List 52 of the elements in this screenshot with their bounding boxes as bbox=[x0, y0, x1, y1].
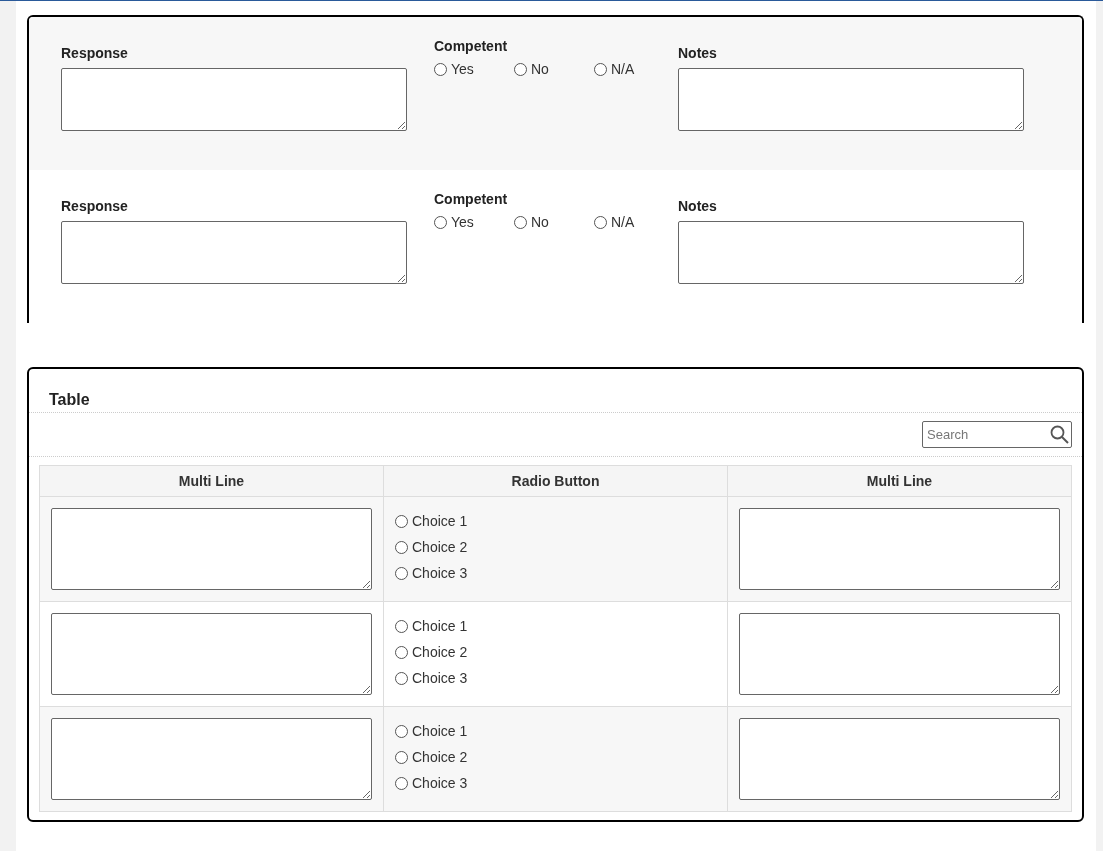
radio-button[interactable] bbox=[434, 215, 447, 229]
radio-label: Choice 2 bbox=[412, 539, 468, 555]
multi-line-field[interactable] bbox=[739, 613, 1060, 695]
field-label: Competent bbox=[434, 191, 509, 207]
radio-label: Choice 1 bbox=[412, 513, 468, 529]
field-label: Competent bbox=[434, 38, 509, 54]
radio-button[interactable] bbox=[395, 671, 408, 685]
radio-button[interactable] bbox=[395, 566, 408, 580]
field-label: Notes bbox=[678, 45, 718, 61]
search-icon[interactable] bbox=[1050, 425, 1069, 444]
radio-label: Choice 3 bbox=[412, 775, 468, 791]
radio-button[interactable] bbox=[395, 750, 408, 764]
multi-line-field[interactable] bbox=[51, 508, 372, 590]
radio-label: Yes bbox=[451, 214, 474, 230]
section-title: Table bbox=[48, 390, 91, 410]
radio-label: No bbox=[531, 61, 549, 77]
multi-line-field[interactable] bbox=[739, 508, 1060, 590]
radio-button[interactable] bbox=[395, 514, 408, 528]
radio-button[interactable] bbox=[594, 215, 607, 229]
field-label: Response bbox=[61, 198, 129, 214]
radio-button[interactable] bbox=[395, 540, 408, 554]
response-field[interactable] bbox=[61, 221, 407, 284]
search-field[interactable]: Search bbox=[922, 421, 1072, 448]
column-header: Radio Button bbox=[383, 465, 728, 497]
radio-button[interactable] bbox=[514, 215, 527, 229]
radio-label: Choice 3 bbox=[412, 565, 468, 581]
radio-label: Choice 3 bbox=[412, 670, 468, 686]
response-field[interactable] bbox=[61, 68, 407, 131]
radio-button[interactable] bbox=[594, 62, 607, 76]
radio-button[interactable] bbox=[395, 619, 408, 633]
field-label: Response bbox=[61, 45, 129, 61]
radio-label: N/A bbox=[611, 214, 635, 230]
radio-label: Choice 2 bbox=[412, 749, 468, 765]
notes-field[interactable] bbox=[678, 221, 1024, 284]
multi-line-field[interactable] bbox=[739, 718, 1060, 800]
radio-label: N/A bbox=[611, 61, 635, 77]
notes-field[interactable] bbox=[678, 68, 1024, 131]
multi-line-field[interactable] bbox=[51, 718, 372, 800]
radio-button[interactable] bbox=[514, 62, 527, 76]
column-header: Multi Line bbox=[727, 465, 1072, 497]
radio-button[interactable] bbox=[395, 776, 408, 790]
radio-label: Choice 1 bbox=[412, 723, 468, 739]
radio-button[interactable] bbox=[434, 62, 447, 76]
radio-label: No bbox=[531, 214, 549, 230]
field-label: Notes bbox=[678, 198, 718, 214]
multi-line-field[interactable] bbox=[51, 613, 372, 695]
radio-label: Yes bbox=[451, 61, 474, 77]
radio-button[interactable] bbox=[395, 724, 408, 738]
radio-label: Choice 2 bbox=[412, 644, 468, 660]
radio-button[interactable] bbox=[395, 645, 408, 659]
column-header: Multi Line bbox=[39, 465, 384, 497]
radio-label: Choice 1 bbox=[412, 618, 468, 634]
